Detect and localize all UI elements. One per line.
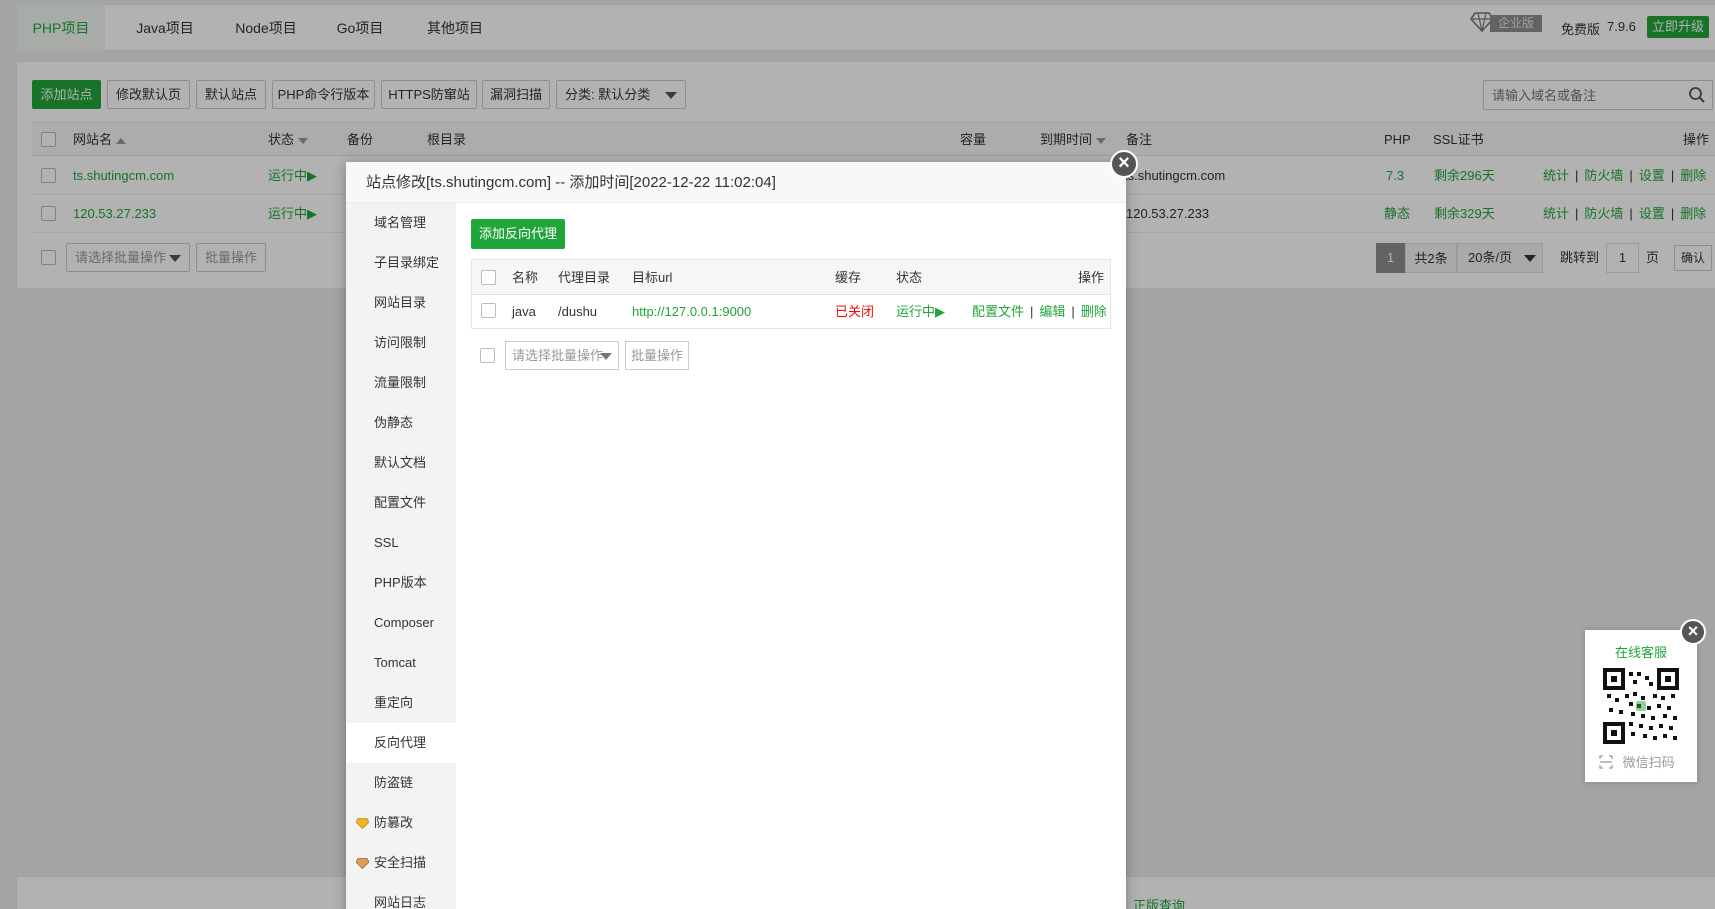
wechat-scan-label: 微信扫码 xyxy=(1599,752,1675,771)
dialog-title: 站点修改[ts.shutingcm.com] -- 添加时间[2022-12-2… xyxy=(346,162,1126,203)
menu-site-directory[interactable]: 网站目录 xyxy=(346,283,456,323)
menu-composer[interactable]: Composer xyxy=(346,603,456,643)
menu-traffic-limit[interactable]: 流量限制 xyxy=(346,363,456,403)
qr-code-icon xyxy=(1603,668,1679,744)
menu-security-scan[interactable]: 安全扫描 xyxy=(346,843,456,883)
chevron-down-icon xyxy=(600,353,612,360)
menu-ssl[interactable]: SSL xyxy=(346,523,456,563)
col-proxy-dir: 代理目录 xyxy=(558,270,611,285)
proxy-table-header: 名称 代理目录 目标url 缓存 状态 操作 xyxy=(472,260,1110,295)
col-target-url: 目标url xyxy=(632,270,673,285)
proxy-row-checkbox[interactable] xyxy=(481,303,496,318)
proxy-batch-button[interactable]: 批量操作 xyxy=(625,341,689,370)
proxy-batch-checkbox[interactable] xyxy=(480,348,495,363)
proxy-select-all-checkbox[interactable] xyxy=(481,270,496,285)
menu-redirect[interactable]: 重定向 xyxy=(346,683,456,723)
menu-tomcat[interactable]: Tomcat xyxy=(346,643,456,683)
col-actions: 操作 xyxy=(1078,270,1105,285)
proxy-row-actions: 配置文件 | 编辑 | 删除 xyxy=(972,304,1107,319)
col-cache: 缓存 xyxy=(835,270,862,285)
menu-reverse-proxy[interactable]: 反向代理 xyxy=(346,723,456,763)
scan-icon xyxy=(1599,755,1613,770)
proxy-table: 名称 代理目录 目标url 缓存 状态 操作 java /dushu http:… xyxy=(471,259,1111,329)
menu-domain-management[interactable]: 域名管理 xyxy=(346,203,456,243)
menu-site-log[interactable]: 网站日志 xyxy=(346,883,456,909)
online-service-title: 在线客服 xyxy=(1614,645,1667,660)
proxy-status-running[interactable]: 运行中▶ xyxy=(896,295,945,328)
proxy-batch-select[interactable]: 请选择批量操作 xyxy=(505,341,619,370)
site-edit-dialog: 站点修改[ts.shutingcm.com] -- 添加时间[2022-12-2… xyxy=(346,162,1126,909)
proxy-batch-placeholder: 请选择批量操作 xyxy=(512,348,604,363)
menu-rewrite[interactable]: 伪静态 xyxy=(346,403,456,443)
menu-php-version[interactable]: PHP版本 xyxy=(346,563,456,603)
dialog-side-menu: 域名管理 子目录绑定 网站目录 访问限制 流量限制 伪静态 默认文档 配置文件 … xyxy=(346,203,456,909)
menu-default-document[interactable]: 默认文档 xyxy=(346,443,456,483)
menu-tamper-proof[interactable]: 防篡改 xyxy=(346,803,456,843)
menu-config-file[interactable]: 配置文件 xyxy=(346,483,456,523)
dialog-close-icon[interactable]: × xyxy=(1110,150,1138,178)
proxy-edit-link[interactable]: 编辑 xyxy=(1039,304,1065,319)
col-name: 名称 xyxy=(512,270,539,285)
target-url-link[interactable]: http://127.0.0.1:9000 xyxy=(632,295,751,328)
menu-access-restriction[interactable]: 访问限制 xyxy=(346,323,456,363)
cache-status[interactable]: 已关闭 xyxy=(835,295,874,328)
table-row: java /dushu http://127.0.0.1:9000 已关闭 运行… xyxy=(472,295,1110,328)
pro-gem-icon xyxy=(355,803,370,843)
proxy-config-file-link[interactable]: 配置文件 xyxy=(972,304,1024,319)
proxy-name: java xyxy=(512,304,536,319)
add-reverse-proxy-button[interactable]: 添加反向代理 xyxy=(471,219,565,249)
online-service-widget: 在线客服 微信扫码 xyxy=(1585,630,1697,782)
menu-subdirectory-binding[interactable]: 子目录绑定 xyxy=(346,243,456,283)
col-status: 状态 xyxy=(896,270,923,285)
menu-hotlink-protection[interactable]: 防盗链 xyxy=(346,763,456,803)
proxy-delete-link[interactable]: 删除 xyxy=(1081,304,1107,319)
proxy-dir: /dushu xyxy=(558,304,598,319)
pro-gem-icon xyxy=(355,843,370,883)
widget-close-icon[interactable]: × xyxy=(1680,619,1706,645)
